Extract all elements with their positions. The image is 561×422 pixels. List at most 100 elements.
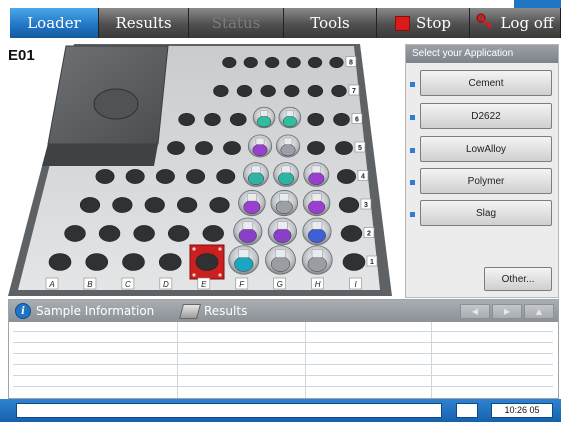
column-label-a: A: [45, 277, 59, 290]
tray-position-e6[interactable]: [229, 113, 247, 126]
nav-prev-button[interactable]: ◀: [460, 304, 490, 319]
tray-position-e4[interactable]: [216, 169, 236, 184]
tray-position-b1[interactable]: [85, 253, 109, 271]
svg-text:7: 7: [352, 88, 356, 95]
tray-position-f7[interactable]: [260, 85, 276, 97]
tray-position-i3[interactable]: [338, 197, 360, 213]
tray-position-i2[interactable]: [340, 225, 363, 242]
tray-position-h6[interactable]: [307, 113, 324, 126]
tray-position-a2[interactable]: [64, 225, 86, 242]
app-marker-icon: [410, 180, 415, 185]
app-button-cement[interactable]: Cement: [420, 70, 552, 96]
tray-position-h1[interactable]: [301, 245, 333, 275]
tray-position-f5[interactable]: [247, 134, 273, 158]
tray-position-c6[interactable]: [178, 113, 195, 126]
app-button-label: Slag: [475, 207, 496, 219]
nav-next-button[interactable]: ▶: [492, 304, 522, 319]
tray-position-c5[interactable]: [167, 141, 185, 155]
tab-label: Stop: [416, 14, 451, 32]
tray-position-c3[interactable]: [144, 197, 165, 213]
tray-position-f1[interactable]: [228, 245, 260, 275]
row-label-2: 2: [363, 227, 375, 238]
tray-position-d8[interactable]: [222, 56, 237, 69]
tray-position-a3[interactable]: [79, 197, 101, 213]
grid-divider: [431, 322, 432, 398]
tab-tools[interactable]: Tools: [284, 8, 377, 38]
tab-status[interactable]: Status: [189, 8, 284, 38]
tray-position-i1[interactable]: [342, 253, 366, 271]
tray-position-d4[interactable]: [186, 169, 206, 184]
results-tab[interactable]: Results: [178, 300, 247, 322]
tray-position-b3[interactable]: [112, 197, 133, 213]
tray-position-i8[interactable]: [329, 56, 344, 69]
tray-position-g7[interactable]: [284, 85, 300, 97]
tray-position-i4[interactable]: [337, 169, 356, 184]
key-icon: [476, 13, 494, 33]
tab-results[interactable]: Results: [99, 8, 189, 38]
tray-position-g6[interactable]: [278, 106, 302, 129]
application-panel: Select your Application Cement D2622 Low…: [405, 44, 559, 298]
app-button-d2622[interactable]: D2622: [420, 103, 552, 129]
tray-position-b2[interactable]: [98, 225, 121, 242]
application-panel-title: Select your Application: [406, 45, 558, 63]
tray-position-e1[interactable]: [189, 244, 225, 280]
tray-position-d7[interactable]: [213, 85, 229, 97]
tray-position-a1[interactable]: [48, 253, 72, 271]
tray-position-c2[interactable]: [133, 225, 155, 242]
tray-position-e8[interactable]: [243, 56, 258, 69]
tray-position-g4[interactable]: [273, 162, 300, 187]
tab-loader[interactable]: Loader: [10, 8, 99, 38]
svg-text:H: H: [315, 280, 321, 289]
row-label-1: 1: [366, 255, 378, 267]
tab-label: Status: [211, 14, 261, 32]
tab-label: Log off: [500, 14, 554, 32]
tray-position-f4[interactable]: [243, 162, 269, 187]
tray-position-g8[interactable]: [286, 56, 301, 69]
tray-position-f2[interactable]: [233, 217, 263, 246]
tray-position-g5[interactable]: [275, 134, 301, 158]
app-button-polymer[interactable]: Polymer: [420, 168, 552, 194]
tray-position-d5[interactable]: [195, 141, 213, 155]
tray-position-i7[interactable]: [331, 85, 347, 97]
tray-position-d2[interactable]: [167, 225, 190, 242]
tray-position-d3[interactable]: [177, 197, 198, 213]
info-panel-header: i Sample Information Results ◀ ▶ ▲: [9, 300, 558, 322]
tray-position-e5[interactable]: [223, 141, 241, 155]
tray-position-b4[interactable]: [125, 169, 145, 184]
tray-position-h7[interactable]: [307, 85, 324, 97]
tray-position-i6[interactable]: [333, 113, 350, 126]
tray-position-e2[interactable]: [202, 225, 224, 242]
tray-position-g1[interactable]: [265, 245, 296, 275]
tray-position-f3[interactable]: [238, 189, 266, 217]
results-icon: [178, 303, 202, 319]
tray-position-d1[interactable]: [158, 253, 182, 271]
stop-button[interactable]: Stop: [377, 8, 470, 38]
tray-position-a4[interactable]: [95, 169, 115, 184]
app-button-lowalloy[interactable]: LowAlloy: [420, 136, 552, 162]
tray-position-d6[interactable]: [204, 113, 221, 126]
sample-tray: 8 7 6 5 4 3 2 1 A B C D E F G H I: [8, 44, 392, 296]
tray-position-h4[interactable]: [303, 162, 330, 187]
tray-position-h8[interactable]: [307, 56, 323, 69]
log-off-button[interactable]: Log off: [470, 8, 561, 38]
sample-information-tab[interactable]: i Sample Information: [15, 300, 154, 322]
tray-position-f8[interactable]: [265, 56, 280, 69]
app-button-slag[interactable]: Slag: [420, 200, 552, 226]
tray-position-h5[interactable]: [307, 141, 325, 155]
tray-position-g2[interactable]: [267, 217, 297, 246]
tray-position-i5[interactable]: [335, 141, 353, 155]
stop-square-icon: [395, 15, 411, 31]
tray-position-h3[interactable]: [302, 189, 331, 217]
grid-divider: [177, 322, 178, 398]
tray-position-h2[interactable]: [302, 217, 332, 246]
nav-up-button[interactable]: ▲: [524, 304, 554, 319]
tray-position-f6[interactable]: [252, 106, 276, 129]
tray-position-e7[interactable]: [236, 85, 253, 97]
main-tab-bar: Loader Results Status Tools Stop Log off: [0, 0, 561, 44]
info-icon: i: [15, 303, 31, 319]
tray-position-e3[interactable]: [209, 197, 230, 213]
tray-position-c4[interactable]: [155, 169, 175, 184]
other-application-button[interactable]: Other...: [484, 267, 552, 291]
tray-position-c1[interactable]: [122, 253, 145, 271]
tray-position-g3[interactable]: [270, 189, 298, 217]
